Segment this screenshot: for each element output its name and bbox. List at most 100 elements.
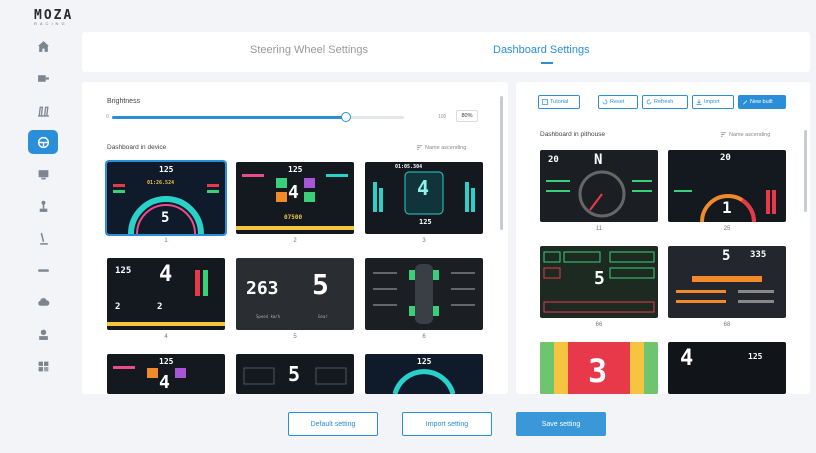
settings-tabs: Steering Wheel Settings Dashboard Settin…	[82, 32, 810, 72]
device-dashboard-3-number: 3	[422, 238, 426, 244]
device-panel-scrollbar[interactable]	[500, 96, 503, 230]
moza-logo: MOZA RACING	[34, 8, 73, 26]
thumb-gear: 3	[588, 352, 608, 390]
device-dashboard-5[interactable]: 263 5 Speed km/h Gear	[236, 258, 354, 330]
device-sort-dropdown[interactable]: Name ascending	[416, 144, 466, 151]
sidebar-item-pedals[interactable]	[28, 98, 58, 122]
thumb-gear: 5	[161, 210, 170, 226]
hub-icon	[37, 268, 49, 272]
device-dashboard-2-number: 2	[293, 238, 297, 244]
refresh-button[interactable]: Refresh	[642, 95, 688, 109]
import-icon	[696, 99, 702, 105]
thumb-gear: 4	[159, 262, 173, 287]
steering-wheel-icon	[37, 136, 49, 148]
save-setting-button[interactable]: Save setting	[516, 412, 606, 436]
pithouse-panel-scrollbar[interactable]	[804, 130, 807, 212]
thumb-small-value: 2	[115, 302, 121, 312]
device-dashboard-1[interactable]: 125 01:26.524 5	[105, 160, 227, 236]
device-dashboard-6[interactable]	[365, 258, 483, 330]
tutorial-button[interactable]: Tutorial	[538, 95, 580, 109]
thumb-gear: N	[594, 152, 603, 168]
pithouse-dashboard-25[interactable]: 20 1	[668, 150, 786, 222]
handbrake-icon	[39, 232, 48, 245]
import-setting-button[interactable]: Import setting	[402, 412, 492, 436]
pithouse-dashboard-25-number: 25	[723, 226, 731, 232]
brightness-value-input[interactable]: 80%	[456, 110, 478, 122]
pithouse-dashboard-68-number: 68	[723, 322, 731, 328]
pithouse-dashboard-11-number: 11	[595, 226, 603, 232]
pithouse-dashboard-66[interactable]: 5	[540, 246, 658, 318]
thumb-speed: 125	[419, 218, 432, 226]
sidebar-item-steering-wheel[interactable]	[28, 130, 58, 154]
pithouse-dashboard-68[interactable]: 5 335	[668, 246, 786, 318]
sidebar-item-wheelbase[interactable]	[28, 66, 58, 90]
device-dashboard-8[interactable]: 5	[236, 354, 354, 394]
default-setting-button[interactable]: Default setting	[288, 412, 378, 436]
reset-button[interactable]: Reset	[598, 95, 638, 109]
sidebar-item-shifter[interactable]	[28, 194, 58, 218]
sidebar-item-dashboard[interactable]	[28, 162, 58, 186]
thumb-gear: 4	[159, 372, 170, 393]
thumb-speed: 125	[288, 165, 303, 174]
device-dashboard-9[interactable]: 125	[365, 354, 483, 394]
reset-icon	[602, 99, 608, 105]
active-tab-indicator	[541, 62, 553, 64]
edit-icon	[743, 100, 747, 105]
settings-icon	[38, 361, 48, 371]
brightness-slider-handle[interactable]	[340, 112, 351, 122]
device-dashboard-6-number: 6	[422, 334, 426, 340]
thumb-speed: 125	[115, 266, 132, 276]
brightness-slider[interactable]	[112, 112, 404, 122]
thumb-speed: 125	[748, 352, 763, 361]
brightness-label: Brightness	[107, 98, 141, 105]
new-built-button[interactable]: New built	[738, 95, 786, 109]
sidebar-item-hub[interactable]	[28, 258, 58, 282]
sort-icon	[416, 145, 423, 150]
thumb-laptime: 01:26.524	[147, 180, 175, 186]
pithouse-sort-dropdown[interactable]: Name ascending	[720, 131, 770, 138]
thumb-rpm: 07500	[284, 214, 303, 221]
import-button[interactable]: Import	[692, 95, 734, 109]
thumb-gear: 4	[417, 176, 430, 200]
device-dashboard-3[interactable]: 4 125 01:05.304	[365, 162, 483, 234]
device-dashboard-panel: Brightness 0 100 80% Dashboard in device…	[82, 82, 508, 394]
reset-button-label: Reset	[610, 99, 625, 105]
cloud-icon	[37, 297, 49, 306]
sidebar-item-home[interactable]	[28, 34, 58, 58]
pithouse-dashboard-panel: Tutorial Reset Refresh Import New built …	[516, 82, 810, 394]
sidebar-item-handbrake[interactable]	[28, 226, 58, 250]
thumb-gear: 4	[680, 346, 694, 371]
new-built-button-label: New built	[750, 99, 773, 105]
device-sort-label: Name ascending	[425, 144, 467, 151]
thumb-speed: 335	[750, 250, 767, 260]
device-dashboard-4[interactable]: 125 4 2 2	[107, 258, 225, 330]
dashboard-icon	[38, 169, 48, 179]
thumb-speed: 125	[159, 165, 174, 174]
brightness-min-label: 0	[106, 114, 109, 120]
tutorial-button-label: Tutorial	[550, 99, 569, 105]
device-dashboard-7[interactable]: 125 4	[107, 354, 225, 394]
device-dashboards-title: Dashboard in device	[107, 144, 167, 151]
pithouse-dashboard-5[interactable]: 3	[540, 342, 658, 394]
tab-dashboard-settings[interactable]: Dashboard Settings	[493, 44, 590, 56]
pedals-icon	[37, 106, 49, 117]
car-topview-graphic	[373, 264, 475, 324]
refresh-icon	[646, 99, 652, 105]
pithouse-dashboard-66-number: 66	[595, 322, 603, 328]
gauge-graphic	[392, 369, 456, 394]
thumb-gear: 5	[722, 248, 731, 264]
pithouse-dashboard-11[interactable]: 20 N	[540, 150, 658, 222]
sidebar-item-user[interactable]	[28, 322, 58, 346]
thumb-gear-label: Gear	[318, 314, 328, 319]
sidebar-item-settings[interactable]	[28, 354, 58, 378]
thumb-speed: 20	[720, 153, 731, 163]
pithouse-dashboard-6[interactable]: 4 125	[668, 342, 786, 394]
thumb-laptime: 01:05.304	[395, 164, 423, 170]
device-dashboard-2[interactable]: 125 4 07500	[236, 162, 354, 234]
tab-steering-wheel-settings[interactable]: Steering Wheel Settings	[250, 44, 368, 56]
refresh-button-label: Refresh	[654, 99, 674, 105]
device-dashboard-4-number: 4	[164, 334, 168, 340]
sidebar-item-cloud[interactable]	[28, 290, 58, 314]
shifter-icon	[39, 200, 47, 212]
thumb-speed: 263	[246, 278, 279, 299]
